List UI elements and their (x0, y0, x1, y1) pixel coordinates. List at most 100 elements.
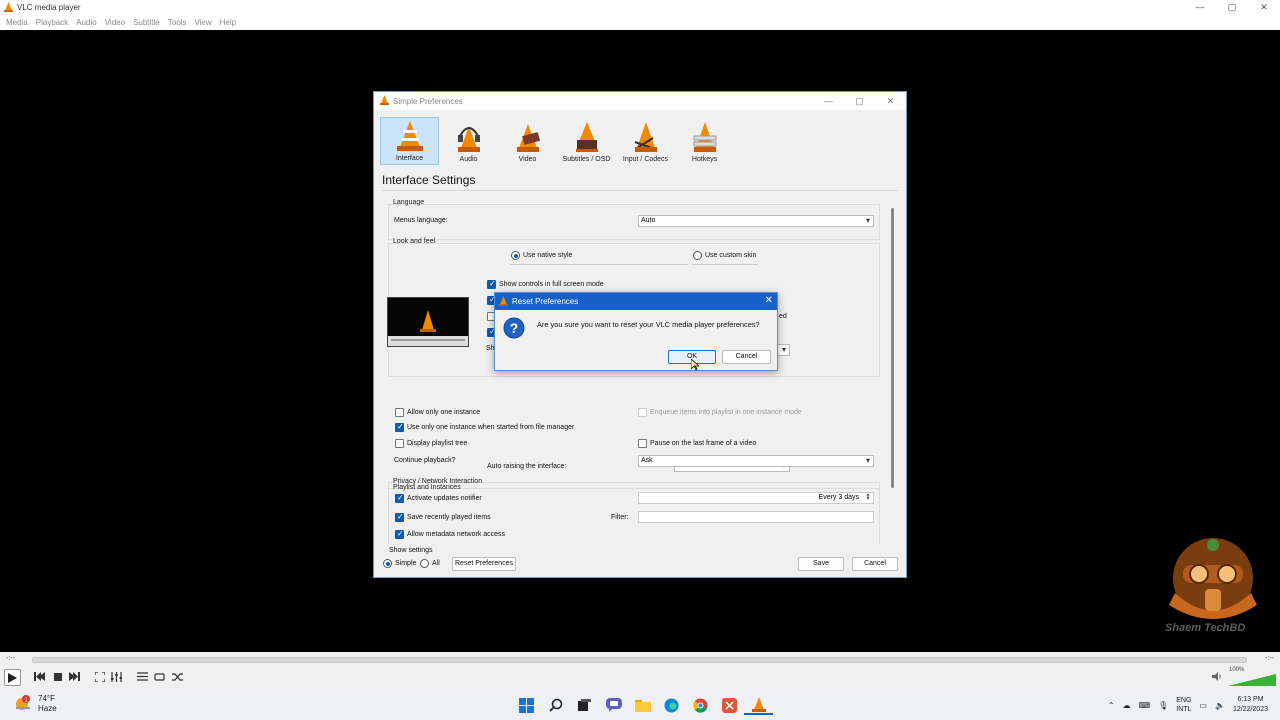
volume-slider[interactable] (1228, 674, 1276, 688)
enqueue-label: Enqueue items into playlist in one insta… (650, 409, 802, 416)
network-icon[interactable]: ▭ (1199, 701, 1207, 710)
save-button[interactable]: Save (798, 557, 844, 571)
prefs-close-button[interactable]: ✕ (875, 92, 906, 110)
weather-temperature: 74°F (38, 694, 55, 703)
input-language[interactable]: ENG INTL (1176, 696, 1191, 714)
keyboard-icon[interactable]: ⌨ (1139, 701, 1151, 710)
loop-icon[interactable] (152, 669, 167, 684)
menu-playback[interactable]: Playback (36, 18, 68, 27)
extended-settings-icon[interactable] (109, 669, 124, 684)
volume-percent: 100% (1229, 667, 1245, 673)
category-subtitles[interactable]: Subtitles / OSD (557, 117, 616, 165)
speaker-icon[interactable]: 🔈 (1215, 701, 1225, 710)
maximize-button[interactable]: ▢ (1216, 0, 1248, 15)
question-icon: ? (503, 317, 525, 341)
display-playlist-tree-checkbox[interactable] (395, 439, 404, 448)
updates-interval-spinbox[interactable]: Every 3 days (638, 492, 874, 504)
enqueue-checkbox[interactable] (638, 408, 647, 417)
show-all-label: All (432, 560, 440, 567)
show-simple-radio[interactable] (383, 559, 392, 568)
weather-widget[interactable]: 1 74°F Haze (14, 694, 57, 714)
vlc-taskbar-icon[interactable] (744, 695, 773, 715)
volume-speaker-icon[interactable] (1209, 669, 1224, 684)
microphone-icon[interactable]: 🎙 (1158, 701, 1168, 710)
menu-video[interactable]: Video (105, 18, 125, 27)
category-hotkeys[interactable]: Hotkeys (675, 117, 734, 165)
category-audio[interactable]: Audio (439, 117, 498, 165)
menu-media[interactable]: Media (6, 18, 28, 27)
previous-icon[interactable] (32, 669, 47, 684)
continue-playback-select[interactable]: Ask (638, 455, 874, 467)
vlc-cone-icon (380, 95, 389, 107)
onedrive-icon[interactable]: ☁ (1123, 701, 1131, 710)
menu-help[interactable]: Help (220, 18, 236, 27)
menu-subtitle[interactable]: Subtitle (133, 18, 160, 27)
scrollbar-thumb[interactable] (891, 208, 894, 488)
chevron-up-icon[interactable]: ⌃ (1108, 701, 1115, 710)
play-icon[interactable] (4, 669, 21, 686)
save-recent-label: Save recently played items (407, 514, 491, 521)
shuffle-icon[interactable] (170, 669, 185, 684)
file-manager-instance-label: Use only one instance when started from … (407, 424, 575, 431)
category-bar: Interface Audio Video Subtitles / OSD In… (380, 117, 734, 165)
metadata-access-checkbox[interactable] (395, 529, 404, 539)
menu-tools[interactable]: Tools (168, 18, 187, 27)
windows-start-icon[interactable] (512, 695, 541, 715)
menubar: Media Playback Audio Video Subtitle Tool… (0, 15, 1280, 30)
file-manager-instance-checkbox[interactable] (395, 422, 404, 432)
fullscreen-icon[interactable] (92, 669, 107, 684)
reset-preferences-dialog: Reset Preferences ✕ ? Are you sure you w… (494, 292, 778, 371)
mouse-cursor-icon (690, 358, 701, 373)
prefs-minimize-button[interactable]: — (813, 92, 844, 110)
show-simple-label: Simple (395, 560, 417, 567)
reset-dialog-titlebar: Reset Preferences ✕ (495, 293, 777, 310)
allow-one-instance-checkbox[interactable] (395, 408, 404, 417)
snipping-tool-icon[interactable] (715, 695, 744, 715)
reset-preferences-button[interactable]: Reset Preferences (452, 557, 516, 571)
search-icon[interactable] (541, 695, 570, 715)
film-cone-icon (516, 124, 540, 152)
category-video[interactable]: Video (498, 117, 557, 165)
continue-playback-label: Continue playback? (394, 457, 456, 464)
stop-icon[interactable] (50, 669, 65, 684)
preferences-title: Simple Preferences (393, 96, 463, 106)
minimize-button[interactable]: — (1184, 0, 1216, 15)
pause-last-frame-label: Pause on the last frame of a video (650, 440, 757, 447)
cables-cone-icon (634, 122, 657, 152)
cancel-button[interactable]: Cancel (852, 557, 898, 571)
category-input-codecs[interactable]: Input / Codecs (616, 117, 675, 165)
vlc-titlebar: VLC media player — ▢ ✕ (0, 0, 1280, 15)
interface-cone-icon (396, 121, 423, 151)
playlist-icon[interactable] (135, 669, 150, 684)
window-title: VLC media player (17, 3, 81, 12)
clock[interactable]: 6:13 PM 12/22/2023 (1233, 695, 1268, 715)
edge-browser-icon[interactable] (657, 695, 686, 715)
reset-cancel-button[interactable]: Cancel (722, 350, 771, 364)
file-explorer-icon[interactable] (628, 695, 657, 715)
seek-bar[interactable] (32, 657, 1247, 663)
menu-view[interactable]: View (194, 18, 211, 27)
show-all-radio[interactable] (420, 559, 429, 568)
next-icon[interactable] (67, 669, 82, 684)
settings-heading: Interface Settings (382, 173, 476, 187)
system-tray: ⌃ ☁ ⌨ 🎙 ENG INTL ▭ 🔈 6:13 PM 12/22/2023 (1104, 693, 1272, 717)
updates-notifier-checkbox[interactable] (395, 493, 404, 503)
chat-icon[interactable] (599, 695, 628, 715)
headphones-cone-icon (457, 126, 480, 152)
category-interface[interactable]: Interface (380, 117, 439, 165)
close-button[interactable]: ✕ (1248, 0, 1280, 15)
menu-audio[interactable]: Audio (76, 18, 96, 27)
prefs-maximize-button[interactable]: ▢ (844, 92, 875, 110)
settings-scrollbar[interactable] (890, 196, 896, 544)
filter-input[interactable] (638, 511, 874, 523)
pause-last-frame-checkbox[interactable] (638, 439, 647, 448)
allow-one-instance-label: Allow only one instance (407, 409, 481, 416)
total-time: -:-- (1265, 655, 1274, 662)
save-recent-checkbox[interactable] (395, 512, 404, 522)
chrome-browser-icon[interactable] (686, 695, 715, 715)
reset-dialog-close-button[interactable]: ✕ (765, 294, 773, 308)
svg-text:?: ? (510, 320, 519, 336)
task-view-icon[interactable] (570, 695, 599, 715)
reset-dialog-message: Are you sure you want to reset your VLC … (537, 320, 760, 329)
updates-notifier-label: Activate updates notifier (407, 495, 482, 502)
